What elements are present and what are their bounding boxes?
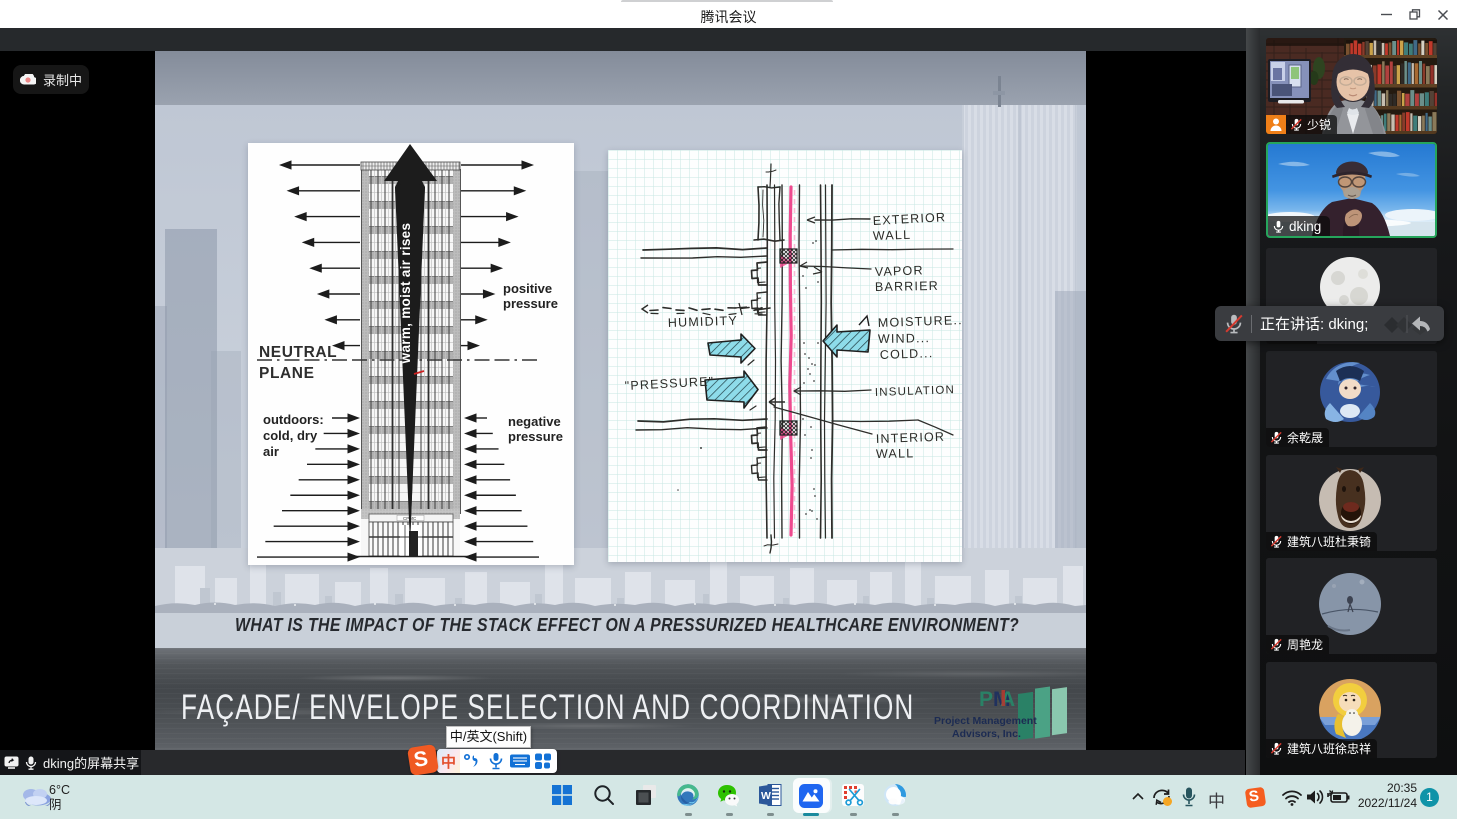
svg-text:cold, dry: cold, dry [263, 428, 318, 443]
svg-text:WALL: WALL [873, 228, 912, 243]
svg-text:WALL: WALL [876, 446, 915, 461]
svg-text:Project Management: Project Management [934, 715, 1037, 727]
svg-text:outdoors:: outdoors: [263, 412, 324, 427]
svg-text:MOISTURE...: MOISTURE... [878, 313, 962, 330]
svg-text:air: air [263, 444, 279, 459]
svg-text:WIND...: WIND... [878, 331, 930, 346]
svg-text:BARRIER: BARRIER [875, 279, 939, 294]
svg-text:Advisors, Inc.: Advisors, Inc. [952, 728, 1021, 740]
svg-text:P: P [979, 688, 993, 711]
svg-text:pressure: pressure [508, 429, 563, 444]
svg-text:positive: positive [503, 281, 552, 296]
svg-text:W: W [761, 790, 771, 802]
svg-text:negative: negative [508, 414, 561, 429]
svg-text:INTERIOR: INTERIOR [876, 430, 946, 446]
svg-text:warm, moist air rises: warm, moist air rises [398, 223, 413, 365]
svg-text:pressure: pressure [503, 296, 558, 311]
svg-text:PLANE: PLANE [259, 365, 315, 382]
svg-text:HUMIDITY: HUMIDITY [668, 314, 738, 330]
svg-text:VAPOR: VAPOR [875, 263, 924, 279]
svg-text:COLD...: COLD... [880, 346, 934, 362]
svg-text:NEUTRAL: NEUTRAL [259, 344, 337, 361]
